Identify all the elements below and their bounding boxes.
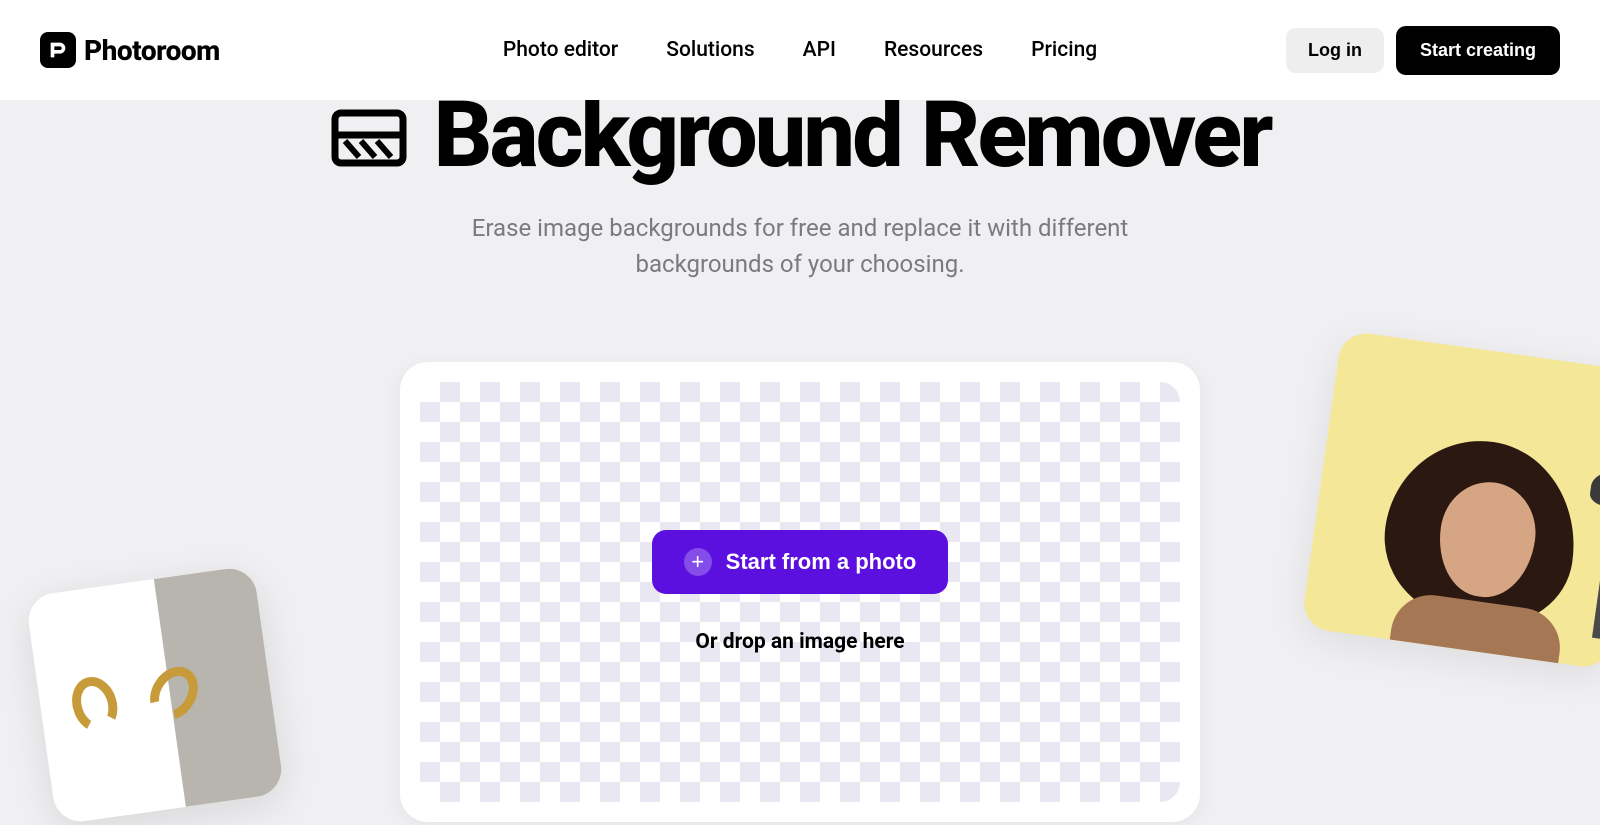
hero-section: Background Remover Erase image backgroun… [0,90,1600,822]
main-nav: Photo editor Solutions API Resources Pri… [503,38,1097,62]
nav-api[interactable]: API [803,38,836,62]
brand-name: Photoroom [84,34,220,67]
brand-logo[interactable]: Photoroom [40,32,220,68]
upload-dropzone[interactable]: + Start from a photo Or drop an image he… [420,382,1180,802]
login-button[interactable]: Log in [1286,28,1384,73]
plus-icon: + [684,548,712,576]
eraser-icon [329,101,409,171]
upload-button-label: Start from a photo [726,549,917,575]
nav-solutions[interactable]: Solutions [666,38,754,62]
nav-resources[interactable]: Resources [884,38,983,62]
hero-title-row: Background Remover [0,90,1600,182]
page-title: Background Remover [433,90,1270,182]
logo-icon [40,32,76,68]
site-header: Photoroom Photo editor Solutions API Res… [0,0,1600,100]
start-creating-button[interactable]: Start creating [1396,26,1560,75]
example-image-earrings [25,565,285,825]
nav-pricing[interactable]: Pricing [1031,38,1097,62]
header-actions: Log in Start creating [1286,26,1560,75]
start-from-photo-button[interactable]: + Start from a photo [652,530,949,594]
page-subtitle: Erase image backgrounds for free and rep… [400,210,1200,282]
nav-photo-editor[interactable]: Photo editor [503,38,618,62]
upload-card: + Start from a photo Or drop an image he… [400,362,1200,822]
drop-instruction: Or drop an image here [695,630,904,654]
example-image-person [1301,330,1600,670]
